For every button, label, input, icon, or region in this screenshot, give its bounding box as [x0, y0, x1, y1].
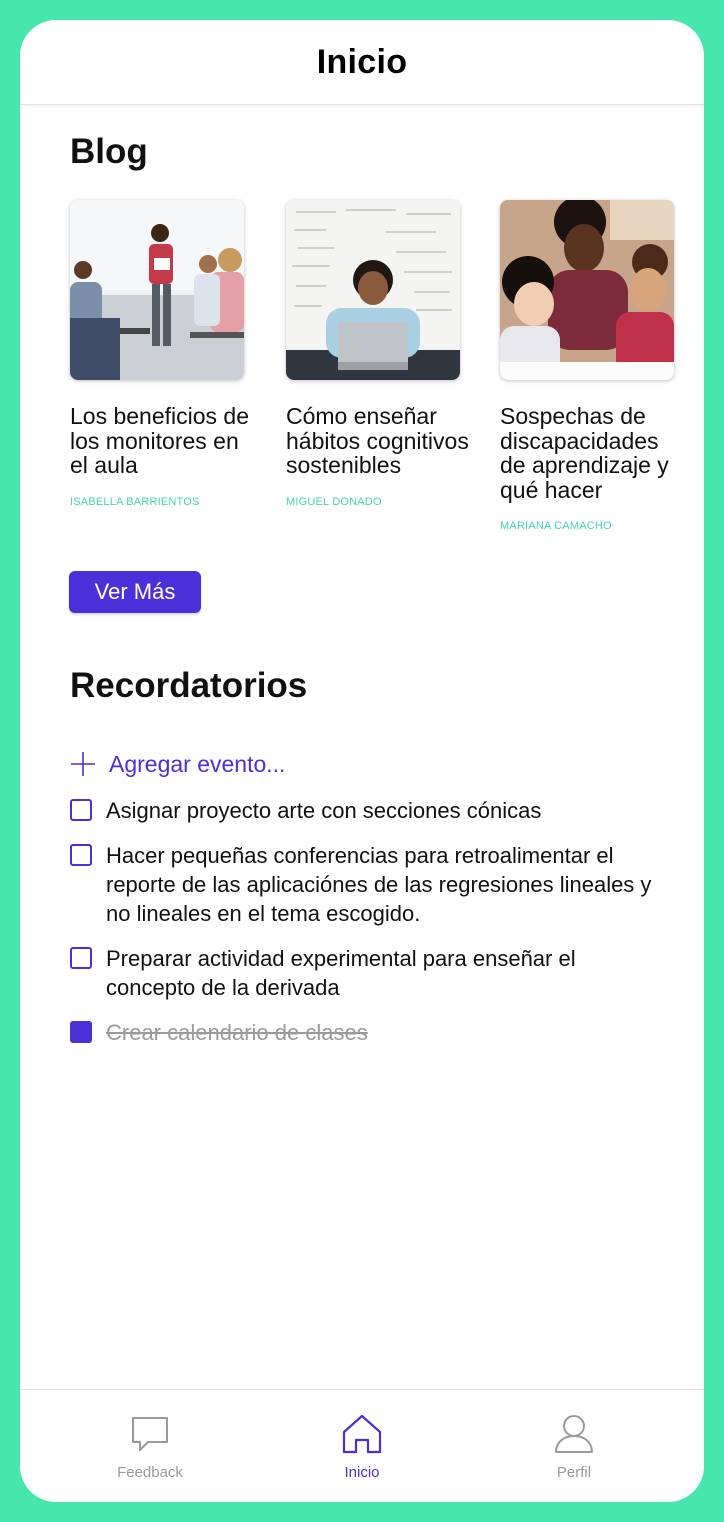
reminder-checkbox[interactable]	[70, 947, 92, 969]
plus-icon	[71, 752, 95, 776]
blog-card[interactable]: Sospechas de discapacidades de aprendiza…	[500, 200, 676, 532]
blog-image-classroom	[70, 200, 244, 380]
blog-card-author: MARIANA CAMACHO	[500, 520, 612, 532]
reminder-item: Asignar proyecto arte con secciones cóni…	[70, 796, 670, 825]
reminders-section-title: Recordatorios	[70, 666, 308, 705]
reminder-text: Asignar proyecto arte con secciones cóni…	[106, 798, 542, 823]
top-bar: Inicio	[20, 20, 704, 105]
reminders-list: Agregar evento... Asignar proyecto arte …	[70, 748, 670, 1047]
blog-section-title: Blog	[70, 132, 148, 171]
phone-screen: Inicio Blog Los beneficios de los monito…	[20, 20, 704, 1502]
blog-card-title: Sospechas de discapacidades de aprendiza…	[500, 403, 669, 503]
reminder-checkbox[interactable]	[70, 799, 92, 821]
reminder-item: Preparar actividad experimental para ens…	[70, 944, 670, 1002]
reminder-text: Preparar actividad experimental para ens…	[106, 946, 576, 1000]
tab-label: Feedback	[117, 1464, 183, 1481]
blog-card-title: Cómo enseñar hábitos cognitivos sostenib…	[286, 403, 469, 478]
blog-card-author: ISABELLA BARRIENTOS	[70, 495, 200, 508]
blog-card-title: Los beneficios de los monitores en el au…	[70, 403, 250, 478]
tab-label: Perfil	[556, 1464, 592, 1481]
speech-bubble-icon	[132, 1417, 168, 1451]
blog-card[interactable]: Cómo enseñar hábitos cognitivos sostenib…	[286, 200, 469, 508]
home-icon	[342, 1414, 382, 1454]
add-event-label: Agregar evento...	[109, 750, 286, 777]
person-icon	[555, 1415, 593, 1453]
blog-image-student-laptop	[286, 200, 460, 380]
reminder-item-completed: Crear calendario de clases	[70, 1018, 670, 1047]
reminder-text: Crear calendario de clases	[106, 1020, 368, 1045]
reminder-item: Hacer pequeñas conferencias para retroal…	[70, 841, 670, 928]
tab-feedback[interactable]: Feedback	[80, 1412, 220, 1481]
bottom-tab-bar: Feedback Inicio Perfil	[20, 1389, 704, 1502]
tab-home[interactable]: Inicio	[292, 1412, 432, 1481]
add-event-button[interactable]: Agregar evento...	[70, 748, 670, 780]
see-more-button[interactable]: Ver Más	[69, 571, 201, 613]
blog-image-teacher-children	[500, 200, 674, 380]
reminder-checkbox[interactable]	[70, 844, 92, 866]
tab-label: Inicio	[344, 1464, 380, 1481]
tab-profile[interactable]: Perfil	[504, 1412, 644, 1481]
blog-card-author: MIGUEL DONADO	[286, 495, 382, 508]
page-title: Inicio	[316, 42, 408, 81]
reminder-checkbox-checked[interactable]	[70, 1021, 92, 1043]
reminder-text: Hacer pequeñas conferencias para retroal…	[106, 843, 652, 926]
blog-card[interactable]: Los beneficios de los monitores en el au…	[70, 200, 249, 508]
